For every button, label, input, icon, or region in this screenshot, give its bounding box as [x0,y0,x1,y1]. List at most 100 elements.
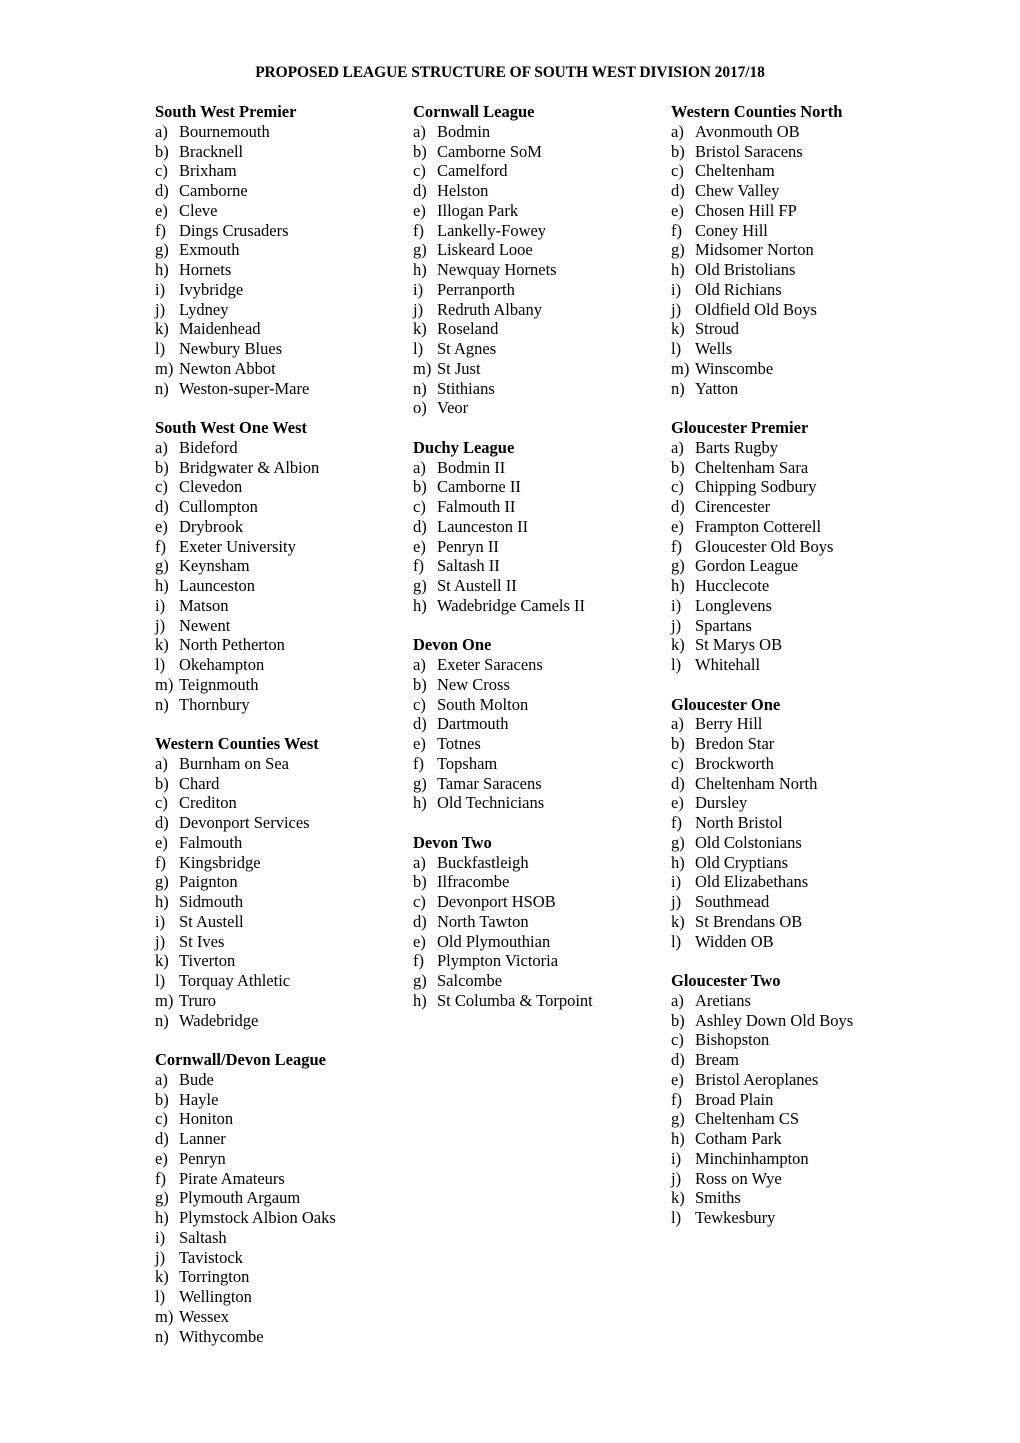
team-list-item: b) Hayle [155,1090,405,1110]
league-section: Cornwall League a) Bodmin b) Camborne SoM c) C… [413,102,663,418]
team-list-item: f) Broad Plain [671,1090,921,1110]
team-letter: i) [155,595,166,615]
team-list-item: i) Saltash [155,1228,405,1248]
team-letter: f) [413,556,424,576]
team-name: Gordon League [695,556,799,576]
team-name: Brockworth [695,753,774,773]
team-letter: k) [671,911,685,931]
team-letter: a) [413,655,426,674]
team-letter: d) [413,516,427,536]
team-letter: g) [671,832,685,852]
team-name: Oldfield Old Boys [695,299,817,319]
team-name: Yatton [695,378,739,398]
team-letter: g) [671,1109,685,1129]
team-name: Liskeard Looe [437,240,533,260]
team-list-item: e) Dursley [671,793,921,813]
team-name: Old Plymouthian [437,931,551,951]
team-list-item: k) Smiths [671,1188,921,1208]
team-name: Wadebridge [179,1010,259,1030]
team-name: Buckfastleigh [437,852,529,872]
team-letter: e) [155,200,168,220]
team-list-item: c) Falmouth II [413,497,663,517]
team-list-item: l) Tewkesbury [671,1208,921,1228]
team-letter: h) [413,260,427,279]
league-section: South West Premier a) Bournemouth b) Brackne… [155,102,405,398]
team-letter: g) [671,556,685,576]
team-letter: c) [413,161,426,181]
team-name: Coney Hill [695,220,768,240]
team-name: Wellington [179,1287,252,1306]
team-list-item: a) Burnham on Sea [155,754,405,774]
team-letter: f) [155,220,166,240]
team-name: Barts Rugby [695,437,778,457]
team-list-item: c) South Molton [413,695,663,715]
team-letter: m) [413,358,432,378]
team-list-item: i) St Austell [155,912,405,932]
team-list-item: f) Lankelly-Fowey [413,221,663,241]
team-letter: m) [155,990,174,1010]
team-list-item: e) Totnes [413,734,663,754]
team-name: Launceston [179,576,256,595]
team-list-item: g) Tamar Saracens [413,774,663,794]
team-list-item: c) Clevedon [155,477,405,497]
team-list-item: d) Dartmouth [413,714,663,734]
team-letter: j) [155,1247,166,1267]
team-letter: f) [671,813,682,832]
team-list-item: a) Berry Hill [671,714,921,734]
team-name: Midsomer Norton [695,240,814,260]
team-list-item: c) Cheltenham [671,161,921,181]
team-list-item: a) Bournemouth [155,122,405,142]
team-list-item: b) Bristol Saracens [671,142,921,162]
team-name: Burnham on Sea [179,753,289,773]
league-section: Western Counties North a) Avonmouth OB b) Br… [671,102,921,398]
team-list-item: g) Plymouth Argaum [155,1188,405,1208]
team-name: Widden OB [695,931,774,951]
team-name: Bridgwater & Albion [179,457,320,477]
team-name: Old Cryptians [695,852,789,872]
team-list-item: m) Truro [155,991,405,1011]
team-name: Lankelly-Fowey [437,220,547,240]
team-name: Paignton [179,872,238,892]
team-letter: d) [413,911,427,931]
team-name: Whitehall [695,655,761,674]
team-name: Crediton [179,793,237,813]
team-list-item: k) Tiverton [155,951,405,971]
team-name: Drybrook [179,516,244,536]
team-name: Wessex [179,1306,229,1326]
team-list-item: g) Salcombe [413,971,663,991]
team-letter: n) [413,378,427,398]
team-letter: e) [155,1148,168,1168]
team-letter: b) [413,674,427,694]
team-list-item: g) Midsomer Norton [671,240,921,260]
team-letter: e) [413,931,426,951]
team-list-item: a) Avonmouth OB [671,122,921,142]
team-letter: l) [671,339,682,358]
team-name: Wells [695,339,733,358]
team-name: Newton Abbot [179,358,276,378]
team-letter: o) [413,398,427,418]
team-letter: c) [671,1030,684,1050]
league-section: Cornwall/Devon League a) Bude b) Hayle c) Honi… [155,1050,405,1346]
team-list-item: g) Liskeard Looe [413,240,663,260]
team-letter: b) [413,141,427,161]
team-name: Dings Crusaders [179,220,289,240]
team-letter: c) [155,477,168,497]
team-letter: c) [671,477,684,497]
team-list-item: g) Paignton [155,872,405,892]
team-letter: j) [671,1168,682,1188]
team-list-item: l) Okehampton [155,655,405,675]
team-letter: k) [155,319,169,339]
team-name: Roseland [437,319,499,339]
team-letter: n) [155,378,169,398]
team-list-item: b) Chard [155,774,405,794]
team-list-item: g) Exmouth [155,240,405,260]
team-letter: b) [671,734,685,753]
team-letter: a) [155,753,168,773]
team-name: North Petherton [179,635,285,655]
team-letter: a) [155,1069,168,1089]
team-list-item: n) Yatton [671,379,921,399]
team-letter: j) [671,299,682,319]
team-name: Newent [179,615,231,635]
team-list-item: g) St Austell II [413,576,663,596]
league-heading: Gloucester One [671,694,781,714]
